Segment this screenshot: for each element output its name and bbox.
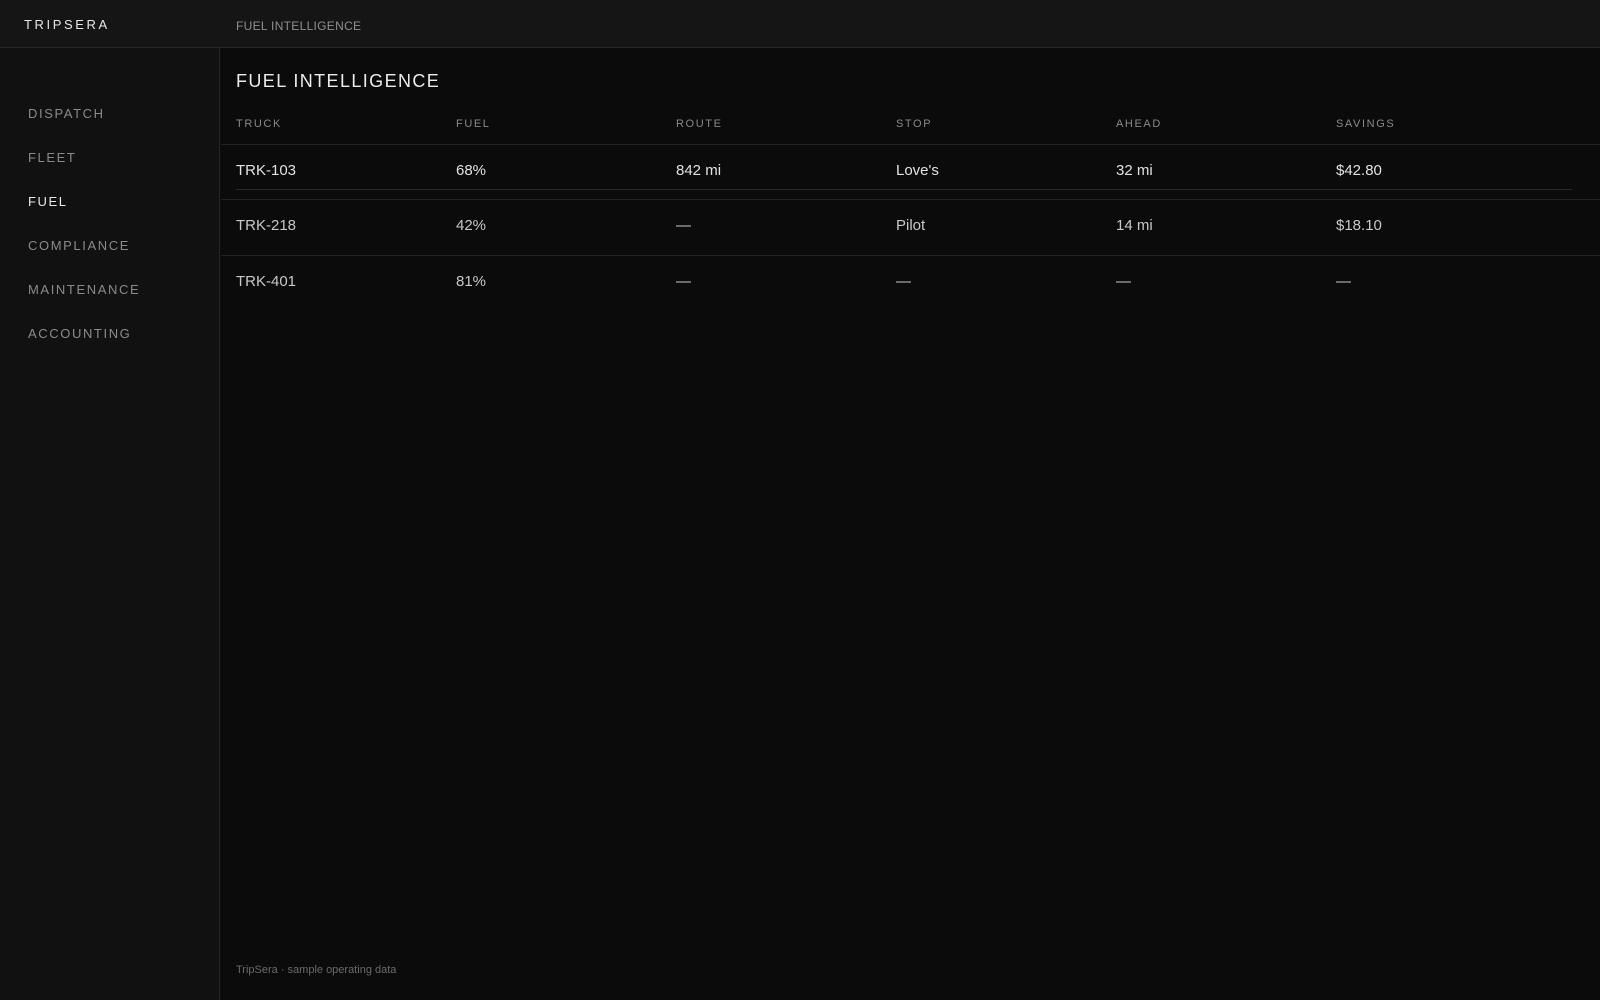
- cell-fuel: 42%: [456, 217, 487, 234]
- cell-route: 842 mi: [676, 162, 722, 179]
- sidebar-item-fleet[interactable]: FLEET: [28, 150, 76, 165]
- column-header-truck[interactable]: TRUCK: [236, 118, 282, 130]
- sidebar-item-fuel[interactable]: FUEL: [28, 194, 68, 209]
- footer-note: TripSera · sample operating data: [236, 964, 397, 976]
- column-header-route[interactable]: ROUTE: [676, 118, 723, 130]
- table-row[interactable]: TRK-218 42% — Pilot 14 mi $18.10: [221, 200, 1600, 256]
- cell-truck: TRK-103: [236, 162, 297, 179]
- sidebar-item-accounting[interactable]: ACCOUNTING: [28, 326, 131, 341]
- column-header-fuel[interactable]: FUEL: [456, 118, 491, 130]
- cell-stop: —: [896, 273, 911, 290]
- cell-stop: Love's: [896, 162, 939, 179]
- cell-truck: TRK-401: [236, 273, 297, 290]
- table-row[interactable]: TRK-103 68% 842 mi Love's 32 mi $42.80: [221, 144, 1600, 200]
- sidebar-item-maintenance[interactable]: MAINTENANCE: [28, 282, 140, 297]
- header-title: FUEL INTELLIGENCE: [236, 19, 362, 33]
- sidebar-item-dispatch[interactable]: DISPATCH: [28, 106, 105, 121]
- cell-truck: TRK-218: [236, 217, 297, 234]
- column-header-savings[interactable]: SAVINGS: [1336, 118, 1395, 130]
- brand-logo[interactable]: TRIPSERA: [24, 17, 110, 32]
- sidebar-item-compliance[interactable]: COMPLIANCE: [28, 238, 130, 253]
- top-bar: TRIPSERA FUEL INTELLIGENCE: [0, 0, 1600, 48]
- cell-route: —: [676, 217, 691, 234]
- column-header-stop[interactable]: STOP: [896, 118, 932, 130]
- sidebar: DISPATCH FLEET FUEL COMPLIANCE MAINTENAN…: [0, 48, 220, 1000]
- cell-ahead: 14 mi: [1116, 217, 1153, 234]
- cell-savings: —: [1336, 273, 1351, 290]
- app-window: TRIPSERA FUEL INTELLIGENCE DISPATCH FLEE…: [0, 0, 1600, 1000]
- cell-ahead: —: [1116, 273, 1131, 290]
- cell-stop: Pilot: [896, 217, 926, 234]
- cell-fuel: 68%: [456, 162, 487, 179]
- cell-savings: $42.80: [1336, 162, 1382, 179]
- column-header-ahead[interactable]: AHEAD: [1116, 118, 1162, 130]
- table-row[interactable]: TRK-401 81% — — — —: [221, 256, 1600, 312]
- page-title: FUEL INTELLIGENCE: [236, 71, 441, 91]
- cell-fuel: 81%: [456, 273, 487, 290]
- cell-ahead: 32 mi: [1116, 162, 1153, 179]
- cell-route: —: [676, 273, 691, 290]
- main-content: FUEL INTELLIGENCE TRUCK FUEL ROUTE STOP …: [221, 49, 1600, 1000]
- cell-savings: $18.10: [1336, 217, 1382, 234]
